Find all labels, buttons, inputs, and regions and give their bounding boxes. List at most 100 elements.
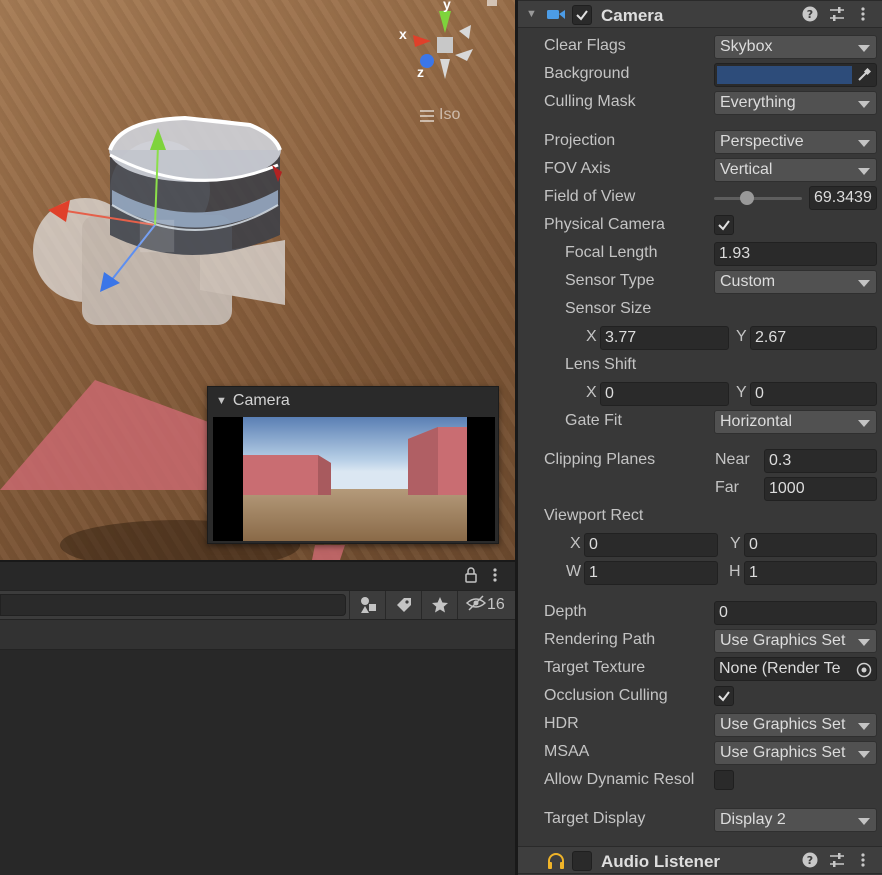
occlusion-culling-row: Occlusion Culling — [518, 684, 882, 710]
clear-flags-label: Clear Flags — [544, 37, 626, 54]
clear-flags-dropdown[interactable]: Skybox — [714, 35, 877, 59]
dropdown-arrow-icon — [858, 723, 870, 730]
sensor-size-x-input[interactable]: 3.77 — [600, 326, 729, 350]
camera-preview[interactable]: ▼ Camera — [207, 386, 499, 544]
svg-text:?: ? — [807, 854, 813, 867]
field-of-view-slider-handle[interactable] — [739, 191, 754, 205]
allow-dynamic-resolution-checkbox[interactable] — [714, 770, 734, 790]
viewport-h-value: 1 — [749, 564, 758, 581]
msaa-value: Use Graphics Set — [720, 744, 846, 761]
target-display-dropdown[interactable]: Display 2 — [714, 808, 877, 832]
depth-row: Depth 0 — [518, 600, 882, 626]
depth-label: Depth — [544, 603, 587, 620]
cylinder-object — [108, 115, 282, 255]
near-clip-input[interactable]: 0.3 — [764, 449, 877, 473]
clear-flags-row: Clear Flags Skybox — [518, 34, 882, 60]
field-of-view-input[interactable]: 69.3439 — [809, 186, 877, 210]
filter-by-type-icon[interactable] — [349, 591, 385, 619]
viewport-y-input[interactable]: 0 — [744, 533, 877, 557]
gate-fit-dropdown[interactable]: Horizontal — [714, 410, 877, 434]
filter-by-label-icon[interactable] — [385, 591, 421, 619]
sensor-type-dropdown[interactable]: Custom — [714, 270, 877, 294]
camera-component-header[interactable]: ▼ Camera ? — [518, 0, 882, 28]
scene-view[interactable]: y x z Iso ▼ Camera — [0, 0, 515, 560]
target-texture-object-field[interactable]: None (Render Te — [714, 657, 877, 681]
depth-input[interactable]: 0 — [714, 601, 877, 625]
background-row: Background — [518, 62, 882, 88]
focal-length-row: Focal Length 1.93 — [518, 241, 882, 267]
culling-mask-row: Culling Mask Everything — [518, 90, 882, 116]
pink-plane — [0, 380, 230, 490]
near-label: Near — [715, 451, 750, 468]
eyedropper-icon[interactable] — [855, 66, 873, 84]
lock-icon[interactable] — [464, 567, 478, 588]
hierarchy-panel[interactable]: 16 — [0, 560, 515, 875]
focal-length-input[interactable]: 1.93 — [714, 242, 877, 266]
lens-shift-x-input[interactable]: 0 — [600, 382, 729, 406]
rendering-path-dropdown[interactable]: Use Graphics Set — [714, 629, 877, 653]
audio-listener-component-header[interactable]: Audio Listener ? — [518, 846, 882, 874]
camera-component-title: Camera — [601, 6, 664, 25]
gate-fit-label: Gate Fit — [565, 412, 622, 429]
occlusion-culling-checkbox[interactable] — [714, 686, 734, 706]
viewport-w-input[interactable]: 1 — [584, 561, 718, 585]
dropdown-arrow-icon — [858, 45, 870, 52]
help-icon[interactable]: ? — [801, 851, 819, 869]
audio-listener-enabled-checkbox[interactable] — [572, 851, 592, 871]
gizmo-z-label: z — [417, 64, 424, 80]
projection-dropdown[interactable]: Perspective — [714, 130, 877, 154]
fov-axis-dropdown[interactable]: Vertical — [714, 158, 877, 182]
component-menu-icon[interactable] — [854, 851, 872, 869]
hidden-visibility-button[interactable]: 16 — [457, 591, 515, 619]
allow-dynamic-resolution-label: Allow Dynamic Resol — [544, 771, 695, 788]
lens-shift-y-label: Y — [736, 384, 747, 401]
favorites-star-icon[interactable] — [421, 591, 457, 619]
viewport-y-value: 0 — [749, 536, 758, 553]
inspector-panel[interactable]: ▼ Camera ? Clear Flags Skybox Background — [518, 0, 882, 875]
field-of-view-slider-track[interactable] — [714, 197, 802, 200]
panel-subheader — [0, 620, 515, 650]
background-color-swatch[interactable] — [717, 66, 852, 84]
sensor-size-y-input[interactable]: 2.67 — [750, 326, 877, 350]
camera-enabled-checkbox[interactable] — [572, 5, 592, 25]
panel-toolbar: 16 — [0, 590, 515, 620]
viewport-x-input[interactable]: 0 — [584, 533, 718, 557]
physical-camera-checkbox[interactable] — [714, 215, 734, 235]
msaa-label: MSAA — [544, 743, 590, 760]
viewport-rect-row: Viewport Rect — [518, 504, 882, 530]
viewport-rect-wh-row: W 1 H 1 — [518, 560, 882, 586]
viewport-h-input[interactable]: 1 — [744, 561, 877, 585]
msaa-dropdown[interactable]: Use Graphics Set — [714, 741, 877, 765]
msaa-row: MSAA Use Graphics Set — [518, 740, 882, 766]
lens-shift-y-input[interactable]: 0 — [750, 382, 877, 406]
occlusion-culling-label: Occlusion Culling — [544, 687, 668, 704]
sensor-type-label: Sensor Type — [565, 272, 655, 289]
fov-axis-row: FOV Axis Vertical — [518, 157, 882, 183]
object-picker-icon[interactable] — [856, 662, 872, 683]
far-clip-input[interactable]: 1000 — [764, 477, 877, 501]
culling-mask-value: Everything — [720, 94, 796, 111]
far-clip-row: Far 1000 — [518, 476, 882, 502]
dropdown-arrow-icon — [858, 168, 870, 175]
panel-menu-icon[interactable] — [492, 567, 498, 588]
sensor-size-y-value: 2.67 — [755, 329, 787, 346]
viewport-rect-xy-row: X 0 Y 0 — [518, 532, 882, 558]
presets-sliders-icon[interactable] — [828, 851, 846, 869]
search-input[interactable] — [0, 594, 346, 616]
camera-preview-title: Camera — [232, 392, 290, 409]
background-color-field[interactable] — [714, 63, 877, 87]
foldout-arrow-icon[interactable]: ▼ — [216, 395, 227, 407]
culling-mask-dropdown[interactable]: Everything — [714, 91, 877, 115]
help-icon[interactable]: ? — [801, 5, 819, 23]
iso-label[interactable]: Iso — [439, 106, 460, 124]
far-label: Far — [715, 479, 739, 496]
far-clip-value: 1000 — [769, 480, 805, 497]
hdr-dropdown[interactable]: Use Graphics Set — [714, 713, 877, 737]
component-menu-icon[interactable] — [854, 5, 872, 23]
dropdown-arrow-icon — [858, 101, 870, 108]
foldout-arrow-icon[interactable]: ▼ — [526, 8, 537, 20]
camera-preview-header[interactable]: ▼ Camera — [208, 387, 498, 415]
dropdown-arrow-icon — [858, 818, 870, 825]
lens-shift-x-value: 0 — [605, 385, 614, 402]
presets-sliders-icon[interactable] — [828, 5, 846, 23]
